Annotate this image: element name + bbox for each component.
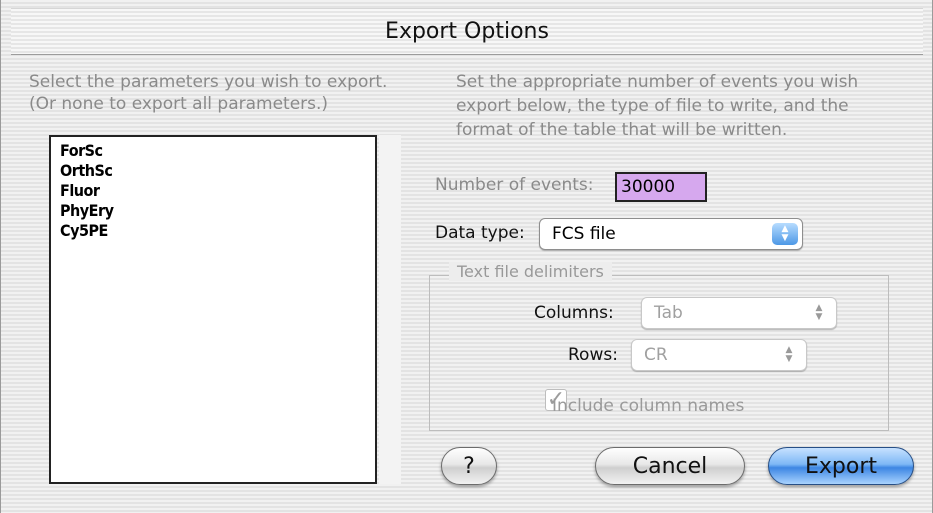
data-type-select[interactable]: FCS file ▲ ▼ (539, 218, 803, 250)
rows-value: CR (644, 345, 668, 365)
columns-value: Tab (654, 303, 683, 323)
cancel-button[interactable]: Cancel (595, 447, 745, 485)
title-bar[interactable]: Export Options (11, 8, 923, 55)
events-instruction-2: export below, the type of file to write,… (456, 96, 849, 116)
list-item[interactable]: Fluor (60, 181, 375, 201)
columns-select[interactable]: Tab ▲ ▼ (641, 297, 837, 329)
list-item[interactable]: ForSc (60, 141, 375, 161)
text-delimiters-title: Text file delimiters (449, 262, 612, 281)
events-input[interactable] (615, 172, 707, 202)
events-label: Number of events: (435, 175, 594, 195)
export-button[interactable]: Export (768, 447, 914, 485)
updown-arrows-icon: ▲ ▼ (785, 345, 793, 364)
events-instruction-1: Set the appropriate number of events you… (456, 72, 859, 92)
parameters-instruction-2: (Or none to export all parameters.) (29, 94, 329, 114)
list-item[interactable]: Cy5PE (60, 221, 375, 241)
updown-arrows-icon: ▲ ▼ (772, 223, 798, 245)
export-options-dialog: Export Options Select the parameters you… (0, 0, 933, 513)
data-type-value: FCS file (552, 224, 616, 244)
help-button[interactable]: ? (441, 447, 497, 485)
data-type-label: Data type: (435, 223, 525, 243)
list-item[interactable]: PhyEry (60, 201, 375, 221)
events-instruction-3: format of the table that will be written… (456, 120, 788, 140)
rows-select[interactable]: CR ▲ ▼ (631, 339, 807, 371)
columns-label: Columns: (534, 303, 614, 323)
rows-label: Rows: (568, 345, 618, 365)
dialog-title: Export Options (385, 19, 549, 44)
parameters-instruction-1: Select the parameters you wish to export… (29, 72, 388, 92)
list-item[interactable]: OrthSc (60, 161, 375, 181)
updown-arrows-icon: ▲ ▼ (815, 303, 823, 322)
include-column-names-label: Include column names (552, 396, 745, 416)
list-scrollbar[interactable] (379, 135, 401, 484)
parameters-list[interactable]: ForSc OrthSc Fluor PhyEry Cy5PE (49, 135, 377, 484)
